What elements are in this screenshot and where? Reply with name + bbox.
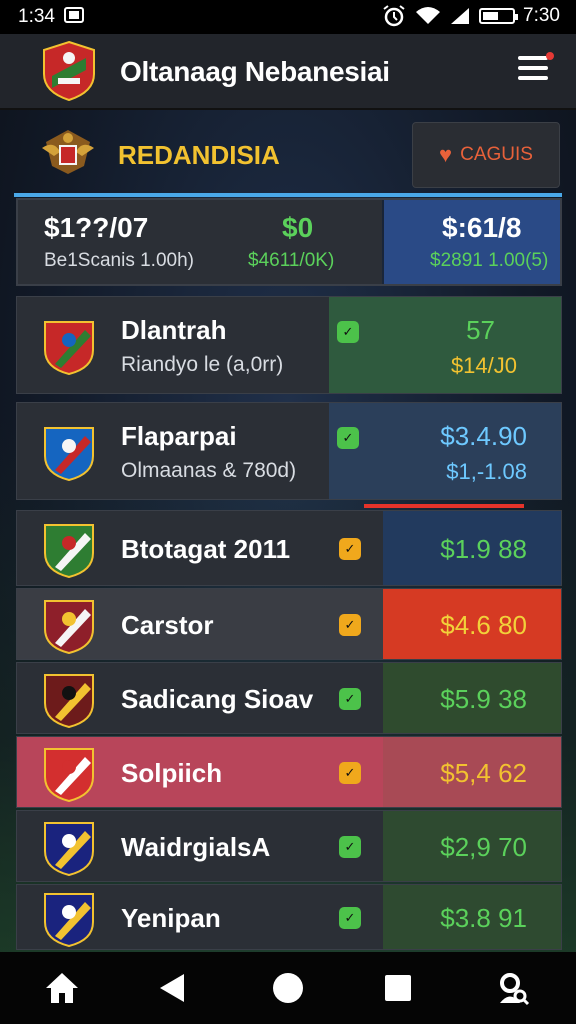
team-row[interactable]: Carstor ✓ $4.6 80 [16,588,562,660]
team-value: $3.8 91 [440,903,527,933]
team-row[interactable]: Flaparpai Olmaanas & 780d) ✓ $3.4.90 $1,-1.0… [16,402,562,500]
team-row[interactable]: Yenipan ✓ $3.8 91 [16,884,562,950]
signal-icon [451,8,470,24]
status-clock-right: 7:30 [523,5,560,26]
summary-panel: $1??/07 Be1Scanis 1.00h) $0 $4611/0K) $:… [16,198,562,286]
team-name: Dlantrah [121,315,227,345]
team-row[interactable]: WaidrgialsA ✓ $2,9 70 [16,810,562,882]
heart-icon: ♥ [439,142,453,167]
team-value-secondary: $1,-1.08 [446,459,527,484]
team-name: Sadicang Sioav [121,684,314,714]
status-badge-icon: ✓ [339,907,361,929]
summary-left-value: $1??/07 [44,212,149,243]
team-name: Solpiich [121,758,223,788]
team-crest-icon [44,748,94,803]
team-row[interactable]: Btotagat 2011 ✓ $1.9 88 [16,510,562,586]
team-value: 57 [466,315,495,345]
selection-indicator [364,504,524,508]
team-crest-icon [44,674,94,729]
search-account-icon[interactable] [494,970,530,1006]
cancel-button-label: CAGUIS [460,144,533,165]
summary-right-value: $:61/8 [442,212,522,243]
divider-line [14,193,562,197]
home-circle-icon[interactable] [270,970,306,1006]
team-name: Btotagat 2011 [121,534,291,564]
status-badge-icon: ✓ [339,688,361,710]
value-panel [329,297,561,393]
status-badge-icon: ✓ [339,614,361,636]
status-icons: 7:30 [381,5,560,27]
menu-line [518,76,548,80]
notification-dot [546,52,554,60]
menu-line [518,66,548,70]
club-crest-icon[interactable] [42,40,96,102]
app-header: Oltanaag Nebanesiai [0,34,576,110]
team-row[interactable]: Sadicang Sioav ✓ $5.9 38 [16,662,562,734]
status-time: 1:34 [18,6,55,27]
summary-mid-value: $0 [282,212,314,243]
battery-icon [479,8,519,24]
alarm-icon [383,5,405,27]
team-crest-icon [44,524,94,579]
team-value: $3.4.90 [440,421,527,451]
status-bar: 1:34 7:30 [0,0,576,34]
battery-fill [483,12,499,20]
team-subtitle: Riandyo le (a,0rr) [121,353,284,376]
cancel-button[interactable]: ♥ CAGUIS [412,122,560,188]
team-value: $4.6 80 [440,610,527,640]
menu-line [518,56,548,60]
team-crest-icon [44,822,94,877]
eagle-crest-icon [42,130,94,174]
home-icon[interactable] [44,970,80,1006]
team-crest-icon [44,321,94,376]
section-title: REDANDISIA [118,140,280,170]
summary-right: $:61/8 $2891 1.00(5) [384,200,560,284]
recents-icon[interactable] [380,970,416,1006]
team-value: $5,4 62 [440,758,527,788]
section-header: REDANDISIA ♥ CAGUIS [20,118,560,190]
team-crest-icon [44,427,94,482]
status-badge-icon: ✓ [339,762,361,784]
team-value: $2,9 70 [440,832,527,862]
summary-mid-caption: $4611/0K) [248,250,335,271]
hamburger-menu-icon[interactable] [518,52,554,84]
team-row[interactable]: Solpiich ✓ $5,4 62 [16,736,562,808]
status-badge-icon: ✓ [339,836,361,858]
team-name: Yenipan [121,903,221,933]
status-badge-icon: ✓ [339,538,361,560]
wifi-icon [416,7,441,24]
app-title: Oltanaag Nebanesiai [120,56,390,87]
system-nav-bar [0,952,576,1024]
team-name: Flaparpai [121,421,237,451]
team-value: $1.9 88 [440,534,527,564]
team-row[interactable]: Dlantrah Riandyo le (a,0rr) ✓ 57 $14/J0 [16,296,562,394]
summary-left: $1??/07 Be1Scanis 1.00h) $0 $4611/0K) [18,200,382,284]
team-value: $5.9 38 [440,684,527,714]
team-value-secondary: $14/J0 [450,353,517,378]
summary-left-caption: Be1Scanis 1.00h) [44,250,194,271]
team-crest-icon [44,600,94,655]
team-crest-icon [44,893,94,948]
back-icon[interactable] [154,970,190,1006]
notification-icon [64,7,84,23]
team-subtitle: Olmaanas & 780d) [121,459,297,482]
team-name: Carstor [121,610,214,640]
team-name: WaidrgialsA [121,832,271,862]
summary-right-caption: $2891 1.00(5) [430,250,549,271]
status-badge-icon: ✓ [337,427,359,449]
status-badge-icon: ✓ [337,321,359,343]
